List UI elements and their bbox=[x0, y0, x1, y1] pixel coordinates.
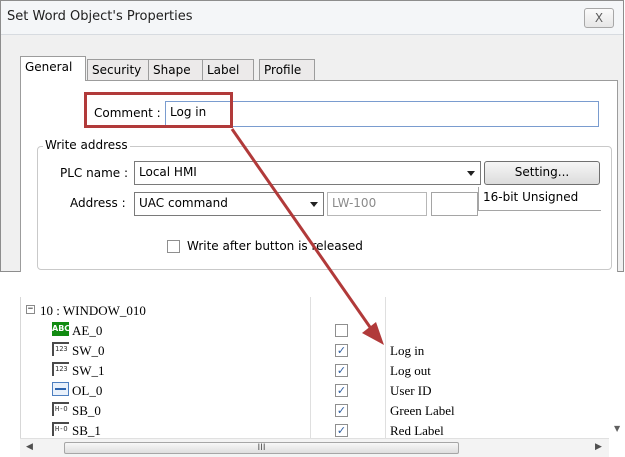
callout-arrow-head bbox=[362, 322, 384, 345]
callout-arrow bbox=[230, 128, 384, 345]
callout-arrow-line bbox=[230, 128, 374, 331]
